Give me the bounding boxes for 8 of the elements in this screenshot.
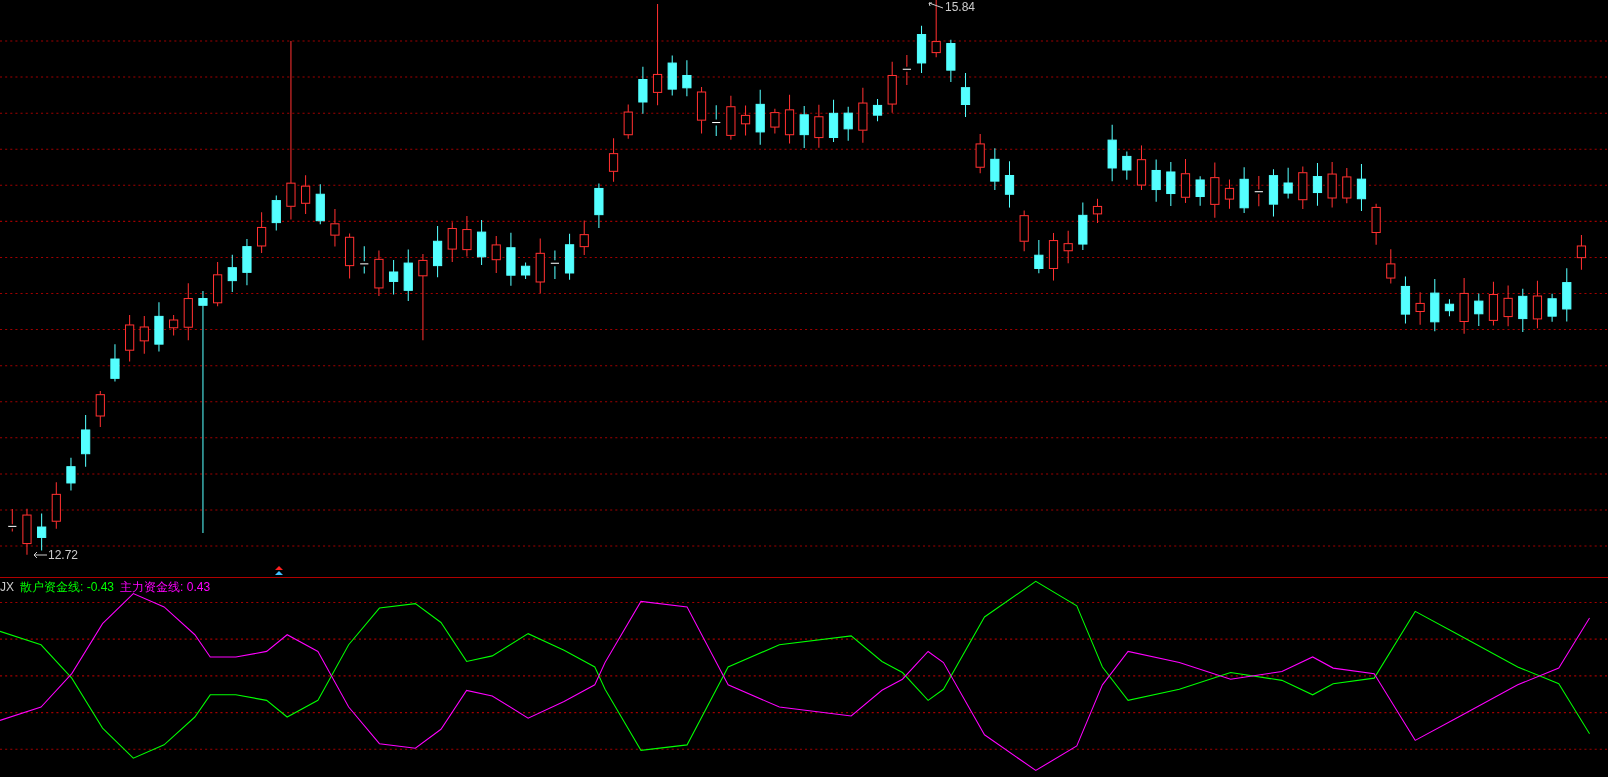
high-price-label: 15.84 (945, 1, 976, 13)
low-price-label: 12.72 (48, 549, 79, 561)
arrow-icon (33, 551, 47, 559)
indicator-name: JX (0, 579, 14, 595)
indicator-value-label: 主力资金线: 0.43 (120, 579, 211, 595)
arrow-icon (928, 2, 944, 12)
signal-marker-icon (274, 566, 284, 576)
indicator-value-label: 散户资金线: -0.43 (20, 579, 115, 595)
